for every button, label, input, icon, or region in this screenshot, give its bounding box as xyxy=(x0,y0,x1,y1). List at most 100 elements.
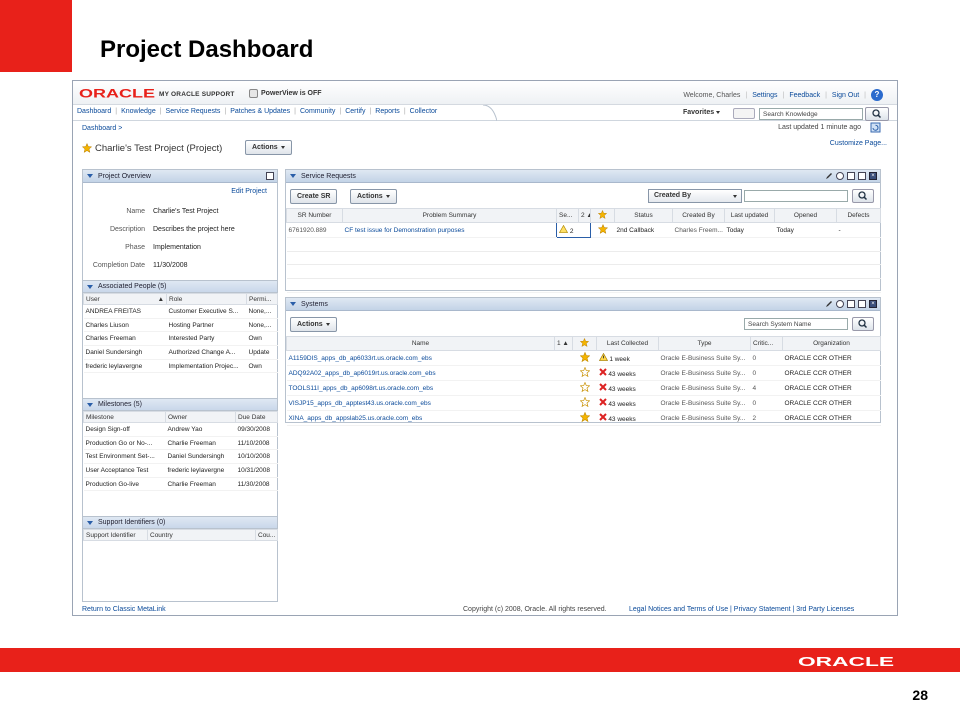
sr-actions-button[interactable]: Actions xyxy=(350,189,397,204)
column-header-opened[interactable]: Opened xyxy=(774,208,837,223)
column-header-favorite[interactable] xyxy=(590,208,615,223)
column-header-last-updated[interactable]: Last updated xyxy=(724,208,775,223)
table-row[interactable]: 6761920.889 CF test issue for Demonstrat… xyxy=(286,222,881,238)
edit-icon[interactable] xyxy=(825,172,833,180)
table-row[interactable]: frederic leylavergne Implementation Proje… xyxy=(83,359,278,374)
empty-star-icon[interactable] xyxy=(579,381,590,393)
column-header-sort[interactable]: 1 ▲ xyxy=(554,336,573,351)
associated-people-header[interactable]: Associated People (5) xyxy=(83,280,277,293)
column-header-sort[interactable]: 2 ▲ xyxy=(578,208,591,223)
sr-summary-link[interactable]: CF test issue for Demonstration purposes xyxy=(342,222,557,238)
system-name-link[interactable]: VISJP15_apps_db_apptest43.us.oracle.com_… xyxy=(286,395,555,411)
system-name-link[interactable]: TOOLS11I_apps_db_ap6098rt.us.oracle.com_… xyxy=(286,380,555,396)
project-overview-header[interactable]: Project Overview xyxy=(83,170,277,183)
tab-dashboard[interactable]: Dashboard xyxy=(77,108,111,115)
tab-patches-updates[interactable]: Patches & Updates xyxy=(230,108,290,115)
sr-search-button[interactable] xyxy=(852,189,874,203)
table-row[interactable]: Charles Liuson Hosting Partner None,... xyxy=(83,318,278,333)
column-header-user[interactable]: User ▲ xyxy=(83,293,167,305)
table-row[interactable]: ADQ92A02_apps_db_ap6019rt.us.oracle.com_… xyxy=(286,365,881,381)
refresh-region-icon[interactable] xyxy=(836,300,844,308)
milestones-header[interactable]: Milestones (5) xyxy=(83,398,277,411)
table-row[interactable]: User Acceptance Test frederic leylavergne… xyxy=(83,463,278,478)
column-header-country[interactable]: Country xyxy=(147,529,256,541)
empty-star-icon[interactable] xyxy=(579,396,590,408)
project-actions-button[interactable]: Actions xyxy=(245,140,292,155)
breadcrumb[interactable]: Dashboard > xyxy=(82,125,122,132)
tab-certify[interactable]: Certify xyxy=(345,108,365,115)
system-search-input[interactable]: Search System Name xyxy=(744,318,848,330)
column-header-milestone[interactable]: Milestone xyxy=(83,411,166,423)
settings-link[interactable]: Settings xyxy=(752,92,777,99)
close-icon[interactable]: × xyxy=(869,172,877,180)
collapse-icon[interactable] xyxy=(290,302,296,306)
service-requests-header[interactable]: Service Requests × xyxy=(286,170,880,183)
table-row[interactable]: TOOLS11I_apps_db_ap6098rt.us.oracle.com_… xyxy=(286,380,881,396)
collapse-icon[interactable] xyxy=(87,174,93,178)
search-knowledge-input[interactable]: Search Knowledge xyxy=(759,108,863,120)
maximize-icon[interactable] xyxy=(266,172,274,180)
tab-service-requests[interactable]: Service Requests xyxy=(166,108,221,115)
favorite-star-icon[interactable] xyxy=(579,411,590,423)
table-row[interactable]: Production Go or No-... Charlie Freeman 11… xyxy=(83,436,278,451)
minimize-icon[interactable] xyxy=(847,172,855,180)
table-row[interactable]: Daniel Sundersingh Authorized Change A...… xyxy=(83,345,278,360)
column-header-created-by[interactable]: Created By xyxy=(672,208,725,223)
refresh-region-icon[interactable] xyxy=(836,172,844,180)
refresh-icon[interactable] xyxy=(870,122,881,133)
table-row[interactable]: ANDREA FREITAS Customer Executive S... Non… xyxy=(83,304,278,319)
powerview-status[interactable]: PowerView is OFF xyxy=(261,90,322,97)
page-menu-button[interactable] xyxy=(733,108,755,119)
systems-header[interactable]: Systems × xyxy=(286,298,880,311)
column-header-status[interactable]: Status xyxy=(614,208,673,223)
column-header-last-collected[interactable]: Last Collected xyxy=(596,336,659,351)
powerview-icon[interactable] xyxy=(249,89,258,98)
column-header-defects[interactable]: Defects xyxy=(836,208,881,223)
column-header-support-identifier[interactable]: Support Identifier xyxy=(83,529,148,541)
column-header-organization[interactable]: Organization xyxy=(782,336,881,351)
minimize-icon[interactable] xyxy=(847,300,855,308)
column-header-permissions[interactable]: Permi... xyxy=(246,293,278,305)
help-icon[interactable]: ? xyxy=(871,89,883,101)
maximize-icon[interactable] xyxy=(858,172,866,180)
table-row[interactable]: A1159DIS_apps_db_ap6033rt.us.oracle.com_… xyxy=(286,350,881,366)
favorite-star-icon[interactable] xyxy=(579,351,590,363)
column-header-type[interactable]: Type xyxy=(658,336,751,351)
customize-page-link[interactable]: Customize Page... xyxy=(830,140,887,147)
sr-filter-select[interactable]: Created By xyxy=(648,189,742,203)
column-header-due-date[interactable]: Due Date xyxy=(235,411,278,423)
tab-community[interactable]: Community xyxy=(300,108,335,115)
close-icon[interactable]: × xyxy=(869,300,877,308)
system-name-link[interactable]: ADQ92A02_apps_db_ap6019rt.us.oracle.com_… xyxy=(286,365,555,381)
table-row[interactable]: Test Environment Set-... Daniel Sundersin… xyxy=(83,449,278,465)
favorites-menu[interactable]: Favorites xyxy=(683,109,721,116)
column-header-role[interactable]: Role xyxy=(166,293,247,305)
table-row[interactable]: Design Sign-off Andrew Yao 09/30/2008 xyxy=(83,422,278,437)
table-row[interactable]: VISJP15_apps_db_apptest43.us.oracle.com_… xyxy=(286,395,881,411)
column-header-critical[interactable]: Critic... xyxy=(750,336,783,351)
favorite-star-icon[interactable] xyxy=(82,143,92,153)
create-sr-button[interactable]: Create SR xyxy=(290,189,338,204)
favorite-star-icon[interactable] xyxy=(597,223,608,234)
return-classic-link[interactable]: Return to Classic MetaLink xyxy=(82,606,166,613)
collapse-icon[interactable] xyxy=(290,174,296,178)
column-header-problem-summary[interactable]: Problem Summary xyxy=(342,208,557,223)
empty-star-icon[interactable] xyxy=(579,366,590,378)
support-identifiers-header[interactable]: Support Identifiers (0) xyxy=(83,516,277,529)
column-header-favorite[interactable] xyxy=(572,336,597,351)
sign-out-link[interactable]: Sign Out xyxy=(832,92,859,99)
system-search-button[interactable] xyxy=(852,317,874,331)
column-header-severity[interactable]: Se... xyxy=(556,208,579,223)
edit-project-link[interactable]: Edit Project xyxy=(231,188,267,195)
legal-links[interactable]: Legal Notices and Terms of Use | Privacy… xyxy=(629,606,854,613)
tab-reports[interactable]: Reports xyxy=(375,108,400,115)
column-header-owner[interactable]: Owner xyxy=(165,411,236,423)
column-header-count[interactable]: Cou... xyxy=(255,529,278,541)
system-name-link[interactable]: A1159DIS_apps_db_ap6033rt.us.oracle.com_… xyxy=(286,350,555,366)
edit-icon[interactable] xyxy=(825,300,833,308)
sr-search-input[interactable] xyxy=(744,190,848,202)
table-row[interactable]: Production Go-live Charlie Freeman 11/30/2… xyxy=(83,477,278,492)
search-knowledge-button[interactable] xyxy=(865,107,889,121)
tab-knowledge[interactable]: Knowledge xyxy=(121,108,156,115)
column-header-name[interactable]: Name xyxy=(286,336,555,351)
